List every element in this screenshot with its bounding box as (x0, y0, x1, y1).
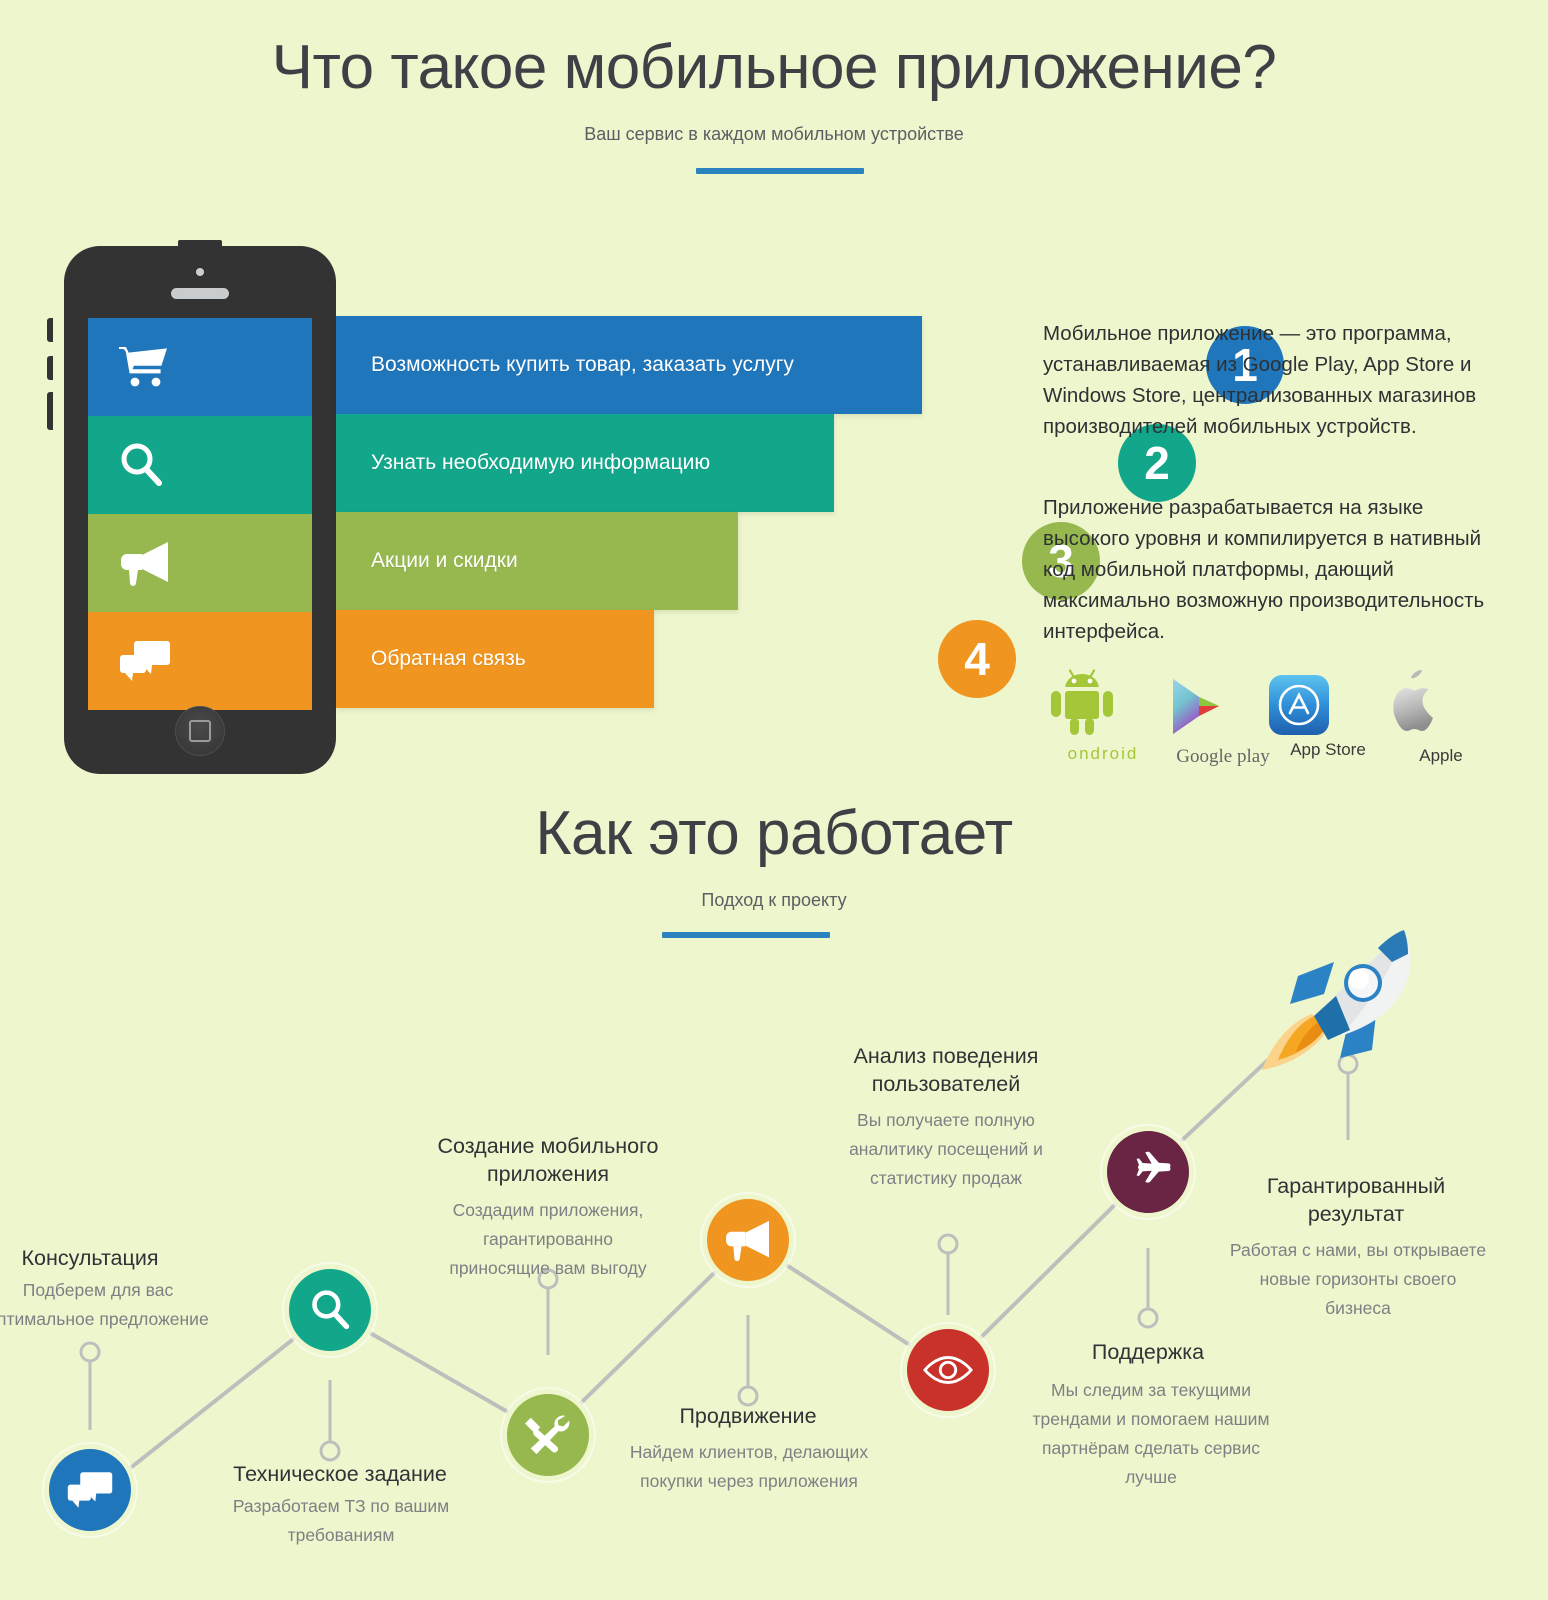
chat-bubbles-icon (118, 639, 172, 683)
screen-row-feedback (88, 612, 312, 710)
page-subtitle: Ваш сервис в каждом мобильном устройстве (584, 124, 964, 144)
roadmap-title-promotion: Продвижение (679, 1404, 817, 1428)
feature-bar-2[interactable]: Узнать необходимую информацию 2 (336, 414, 1200, 512)
roadmap-node-development[interactable] (502, 1389, 594, 1481)
feature-bar-number: 4 (934, 616, 1020, 702)
roadmap-title-tech-spec: Техническое задание (233, 1462, 447, 1486)
phone-side-button-2 (47, 356, 53, 380)
phone-screen (88, 318, 312, 710)
store-logo-apple: Apple (1381, 668, 1501, 766)
feature-bar-label: Узнать необходимую информацию (371, 451, 711, 474)
roadmap-title-analytics: Анализ поведения пользователей (853, 1044, 1039, 1096)
store-caption: Apple (1419, 746, 1463, 765)
roadmap-desc-guaranteed-result: Работая с нами, вы открываете новые гори… (1229, 1240, 1487, 1318)
roadmap-desc-support: Мы следим за текущими трендами и помогае… (1032, 1380, 1270, 1487)
screen-row-promo (88, 514, 312, 612)
feature-bar-label: Обратная связь (371, 647, 526, 670)
phone-top-tab (178, 240, 222, 248)
megaphone-icon (723, 1219, 773, 1261)
tools-icon (523, 1412, 573, 1458)
roadmap-node-tech-spec[interactable] (284, 1264, 376, 1356)
store-caption: Google play (1176, 746, 1270, 767)
store-logo-android: ondroid (1043, 668, 1163, 764)
chat-bubbles-icon (66, 1470, 114, 1510)
megaphone-icon (118, 540, 172, 586)
store-logo-row: ondroid Google play App Store Apple (1043, 668, 1503, 788)
feature-bar-label: Возможность купить товар, заказать услуг… (371, 353, 794, 376)
roadmap-desc-development: Создадим приложения, гарантированно прин… (449, 1200, 647, 1278)
roadmap-desc-promotion: Найдем клиентов, делающих покупки через … (629, 1442, 869, 1491)
phone-side-button-1 (47, 318, 53, 342)
search-icon (309, 1288, 351, 1332)
store-caption: App Store (1290, 740, 1366, 759)
feature-bar-label: Акции и скидки (371, 549, 518, 572)
search-icon (118, 441, 164, 489)
roadmap-node-consultation[interactable] (44, 1444, 136, 1536)
section-two-title: Как это работает (535, 799, 1013, 868)
roadmap-title-development: Создание мобильного приложения (437, 1134, 659, 1186)
phone-side-button-3 (47, 392, 53, 430)
android-robot-icon (1043, 668, 1163, 740)
roadmap-node-analytics[interactable] (902, 1324, 994, 1416)
airplane-icon (1124, 1150, 1172, 1194)
phone-mockup (64, 246, 336, 774)
feature-bar-1[interactable]: Возможность купить товар, заказать услуг… (336, 316, 1288, 414)
roadmap-desc-consultation: Подберем для вас оптимальное предложение (0, 1280, 209, 1329)
roadmap-node-promotion[interactable] (702, 1194, 794, 1286)
feature-bar-4[interactable]: Обратная связь 4 (336, 610, 1020, 708)
roadmap-desc-analytics: Вы получаете полную аналитику посещений … (849, 1110, 1043, 1188)
rocket-icon (1252, 918, 1432, 1078)
store-logo-google-play: Google play (1163, 676, 1283, 768)
feature-bar-3[interactable]: Акции и скидки 3 (336, 512, 1104, 610)
apple-logo-icon (1381, 668, 1501, 742)
title-accent-rule (696, 168, 864, 174)
description-paragraph-1: Мобильное приложение — это программа, ус… (1043, 322, 1477, 438)
phone-speaker (171, 288, 229, 299)
google-play-icon (1163, 676, 1283, 742)
roadmap-title-support: Поддержка (1091, 1340, 1205, 1364)
description-paragraph-2: Приложение разрабатывается на языке высо… (1043, 496, 1485, 643)
page-title: Что такое мобильное приложение? (271, 33, 1277, 102)
phone-camera-icon (196, 268, 204, 276)
shopping-cart-icon (118, 345, 170, 389)
roadmap-title-guaranteed-result: Гарантированный результат (1266, 1174, 1446, 1226)
roadmap-title-consultation: Консультация (21, 1246, 159, 1270)
screen-row-cart (88, 318, 312, 416)
phone-home-button[interactable] (175, 706, 225, 756)
store-caption: ondroid (1067, 744, 1139, 763)
roadmap: Консультация Подберем для вас оптимально… (0, 900, 1548, 1600)
screen-row-search (88, 416, 312, 514)
app-store-icon (1268, 674, 1388, 736)
store-logo-app-store: App Store (1268, 674, 1388, 760)
eye-icon (923, 1353, 973, 1387)
roadmap-node-support[interactable] (1102, 1126, 1194, 1218)
roadmap-desc-tech-spec: Разработаем ТЗ по вашим требованиям (232, 1496, 450, 1545)
